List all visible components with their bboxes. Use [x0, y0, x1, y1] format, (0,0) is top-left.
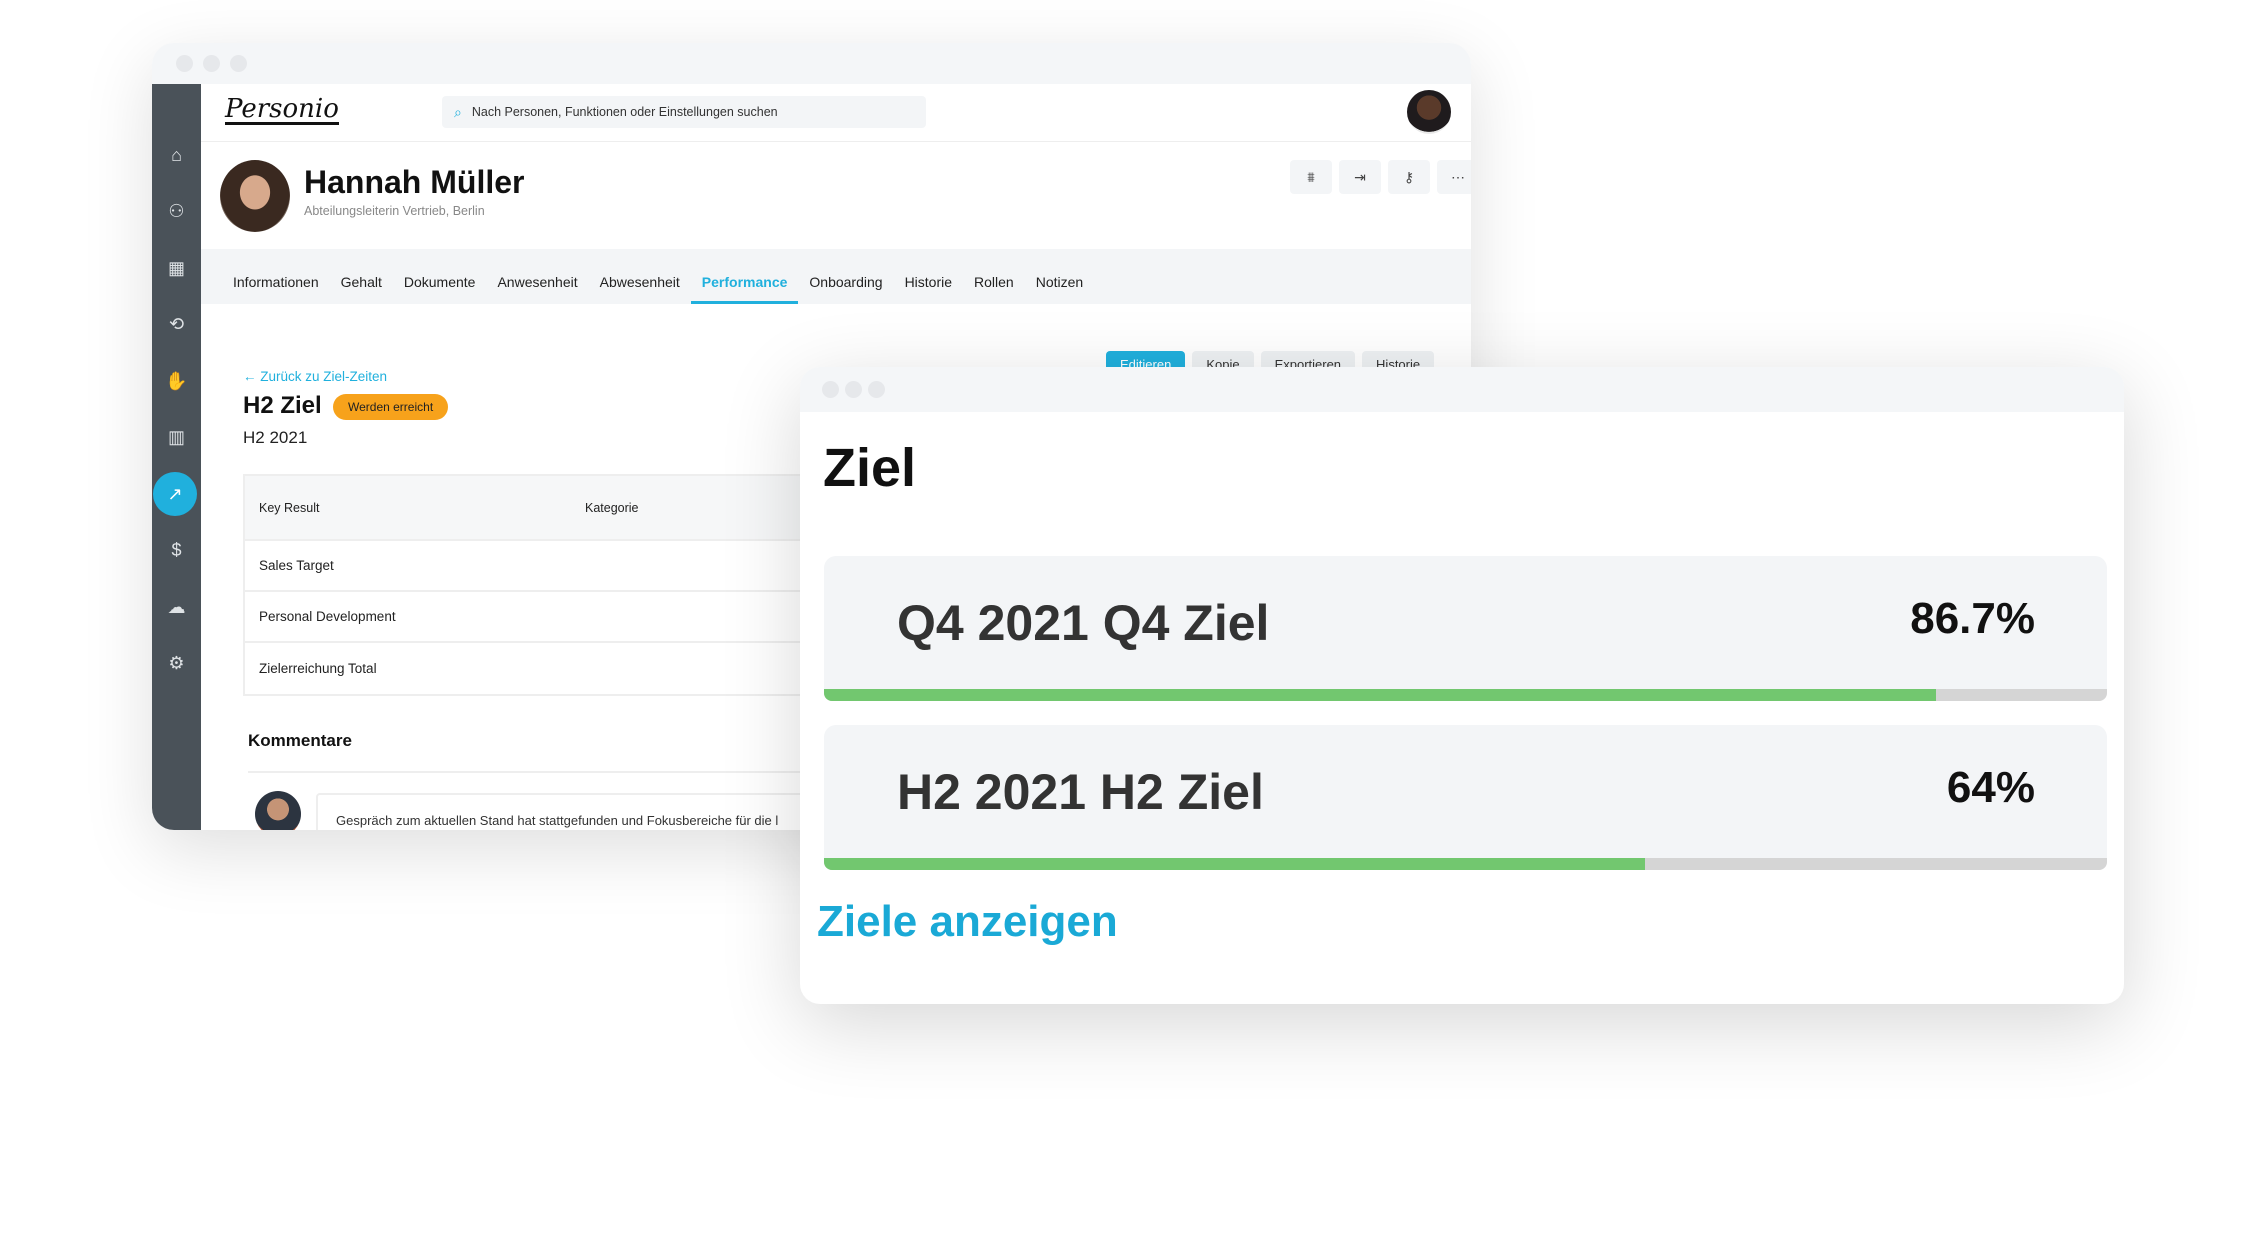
- tab-notizen[interactable]: Notizen: [1025, 249, 1094, 304]
- key-icon[interactable]: ⚷: [1388, 160, 1430, 194]
- key-results-table: Key Result Kategorie Sales Target Person…: [243, 474, 843, 696]
- tab-historie[interactable]: Historie: [894, 249, 963, 304]
- goal-summary-window: Ziel Q4 2021 Q4 Ziel 86.7% H2 2021 H2 Zi…: [800, 367, 2124, 1004]
- title-bar: [800, 367, 2124, 412]
- goal-card[interactable]: Q4 2021 Q4 Ziel 86.7%: [824, 556, 2107, 701]
- search-input[interactable]: ⌕ Nach Personen, Funktionen oder Einstel…: [442, 96, 926, 128]
- arrow-left-icon: ←: [243, 369, 261, 384]
- employee-subtitle: Abteilungsleiterin Vertrieb, Berlin: [304, 204, 485, 218]
- goal-label: H2 2021 H2 Ziel: [897, 764, 1264, 820]
- column-header: Key Result: [259, 500, 320, 515]
- window-dot[interactable]: [822, 381, 839, 398]
- progress-fill: [824, 689, 1937, 701]
- org-chart-icon[interactable]: ⩩: [1290, 160, 1332, 194]
- more-icon[interactable]: ⋯: [1437, 160, 1471, 194]
- goal-card[interactable]: H2 2021 H2 Ziel 64%: [824, 725, 2107, 870]
- tab-rollen[interactable]: Rollen: [963, 249, 1025, 304]
- personio-logo[interactable]: Personio: [225, 96, 339, 125]
- title-bar: [152, 43, 1471, 84]
- search-placeholder: Nach Personen, Funktionen oder Einstellu…: [471, 105, 778, 119]
- people-icon[interactable]: ⚇: [160, 195, 193, 228]
- tab-onboarding[interactable]: Onboarding: [798, 249, 893, 304]
- table-header: Key Result Kategorie: [245, 476, 841, 541]
- profile-tabs: Informationen Gehalt Dokumente Anwesenhe…: [201, 249, 1471, 304]
- progress-bar: [824, 858, 2107, 870]
- window-dot[interactable]: [868, 381, 885, 398]
- back-link-label: Zurück zu Ziel-Zeiten: [260, 369, 388, 384]
- divider: [248, 771, 848, 773]
- table-row[interactable]: Sales Target: [245, 541, 841, 592]
- goal-period: H2 2021: [243, 428, 308, 447]
- tab-anwesenheit[interactable]: Anwesenheit: [486, 249, 588, 304]
- bar-chart-icon[interactable]: ▥: [160, 421, 193, 454]
- table-row[interactable]: Zielerreichung Total: [245, 643, 841, 694]
- cloud-upload-icon[interactable]: ☁: [160, 591, 193, 624]
- progress-bar: [824, 689, 2107, 701]
- window-dot[interactable]: [176, 55, 193, 72]
- back-link[interactable]: ← Zurück zu Ziel-Zeiten: [243, 369, 387, 384]
- tab-performance[interactable]: Performance: [690, 249, 799, 304]
- profile-actions: ⩩ ⇥ ⚷ ⋯: [1290, 160, 1471, 194]
- tab-dokumente[interactable]: Dokumente: [393, 249, 487, 304]
- tab-abwesenheit[interactable]: Abwesenheit: [589, 249, 691, 304]
- goal-label: Q4 2021 Q4 Ziel: [897, 595, 1270, 651]
- window-dot[interactable]: [203, 55, 220, 72]
- tab-informationen[interactable]: Informationen: [222, 249, 330, 304]
- gear-icon[interactable]: ⚙: [160, 647, 193, 680]
- search-icon: ⌕: [454, 103, 462, 120]
- window-dot[interactable]: [230, 55, 247, 72]
- progress-fill: [824, 858, 1646, 870]
- show-goals-link[interactable]: Ziele anzeigen: [817, 897, 1118, 947]
- column-header: Kategorie: [585, 500, 639, 515]
- handshake-icon[interactable]: ✋: [160, 365, 193, 398]
- profile-avatar: [220, 160, 290, 232]
- summary-title: Ziel: [823, 438, 917, 498]
- window-dot[interactable]: [845, 381, 862, 398]
- top-header: Personio ⌕ Nach Personen, Funktionen ode…: [201, 84, 1471, 142]
- dollar-icon[interactable]: $: [160, 534, 193, 567]
- sidebar: ⌂ ⚇ ▦ ⟲ ✋ ▥ ↗ $ ☁ ⚙: [152, 84, 201, 830]
- comments-heading: Kommentare: [248, 731, 352, 750]
- table-row[interactable]: Personal Development: [245, 592, 841, 643]
- home-icon[interactable]: ⌂: [160, 139, 193, 172]
- comment-avatar: [255, 791, 301, 830]
- employee-name: Hannah Müller: [304, 164, 525, 200]
- goal-title: H2 Ziel: [243, 392, 322, 419]
- calendar-icon[interactable]: ▦: [160, 252, 193, 285]
- sync-icon[interactable]: ⟲: [160, 308, 193, 341]
- user-avatar[interactable]: [1407, 90, 1451, 134]
- login-icon[interactable]: ⇥: [1339, 160, 1381, 194]
- status-badge: Werden erreicht: [333, 394, 449, 420]
- tab-gehalt[interactable]: Gehalt: [330, 249, 393, 304]
- goal-percent: 64%: [1946, 763, 2035, 812]
- goal-percent: 86.7%: [1910, 594, 2035, 643]
- performance-icon[interactable]: ↗: [153, 472, 197, 516]
